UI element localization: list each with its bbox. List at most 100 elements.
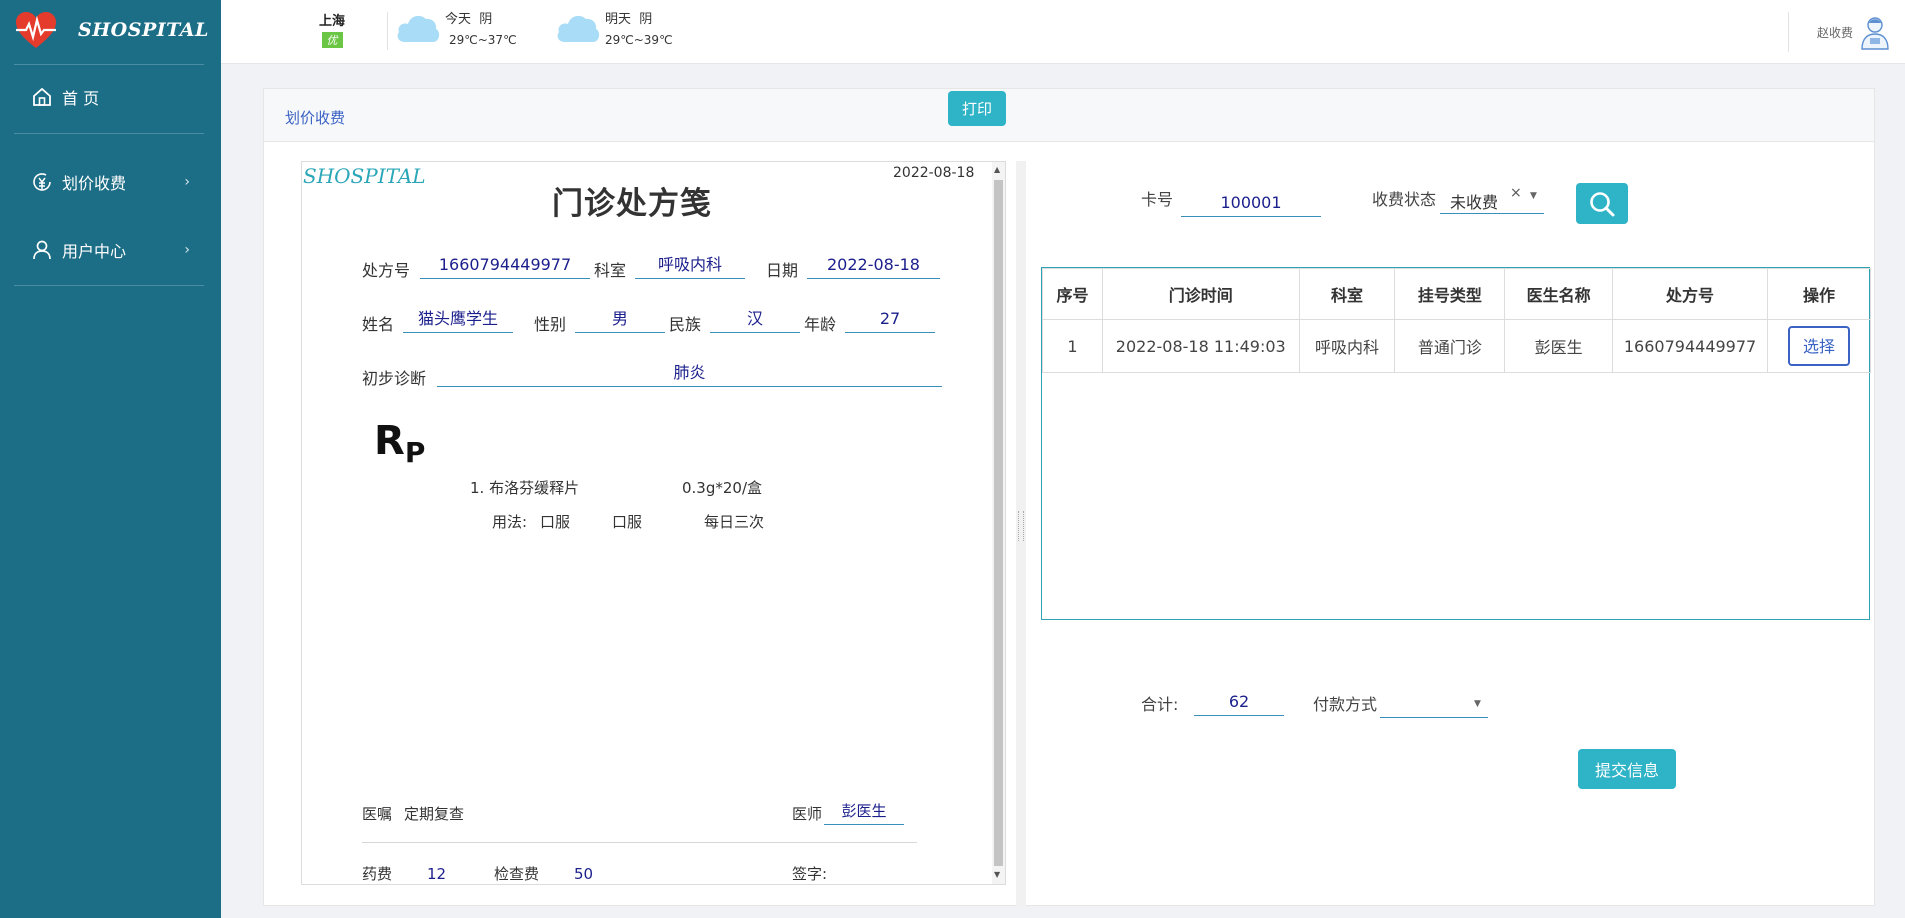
brand-name: SHOSPITAL	[78, 19, 209, 41]
username: 赵收费	[1816, 25, 1853, 40]
doctor-value: 彭医生	[824, 799, 904, 825]
status-label: 收费状态	[1372, 190, 1437, 209]
diagnosis-value: 肺炎	[437, 361, 942, 387]
age-label: 年龄	[804, 315, 837, 334]
column-header: 处方号	[1612, 268, 1769, 320]
sidebar-divider	[14, 64, 204, 65]
table-cell: 呼吸内科	[1298, 319, 1396, 373]
table-cell: 2022-08-18 11:49:03	[1101, 319, 1300, 373]
usage-route: 口服	[540, 513, 571, 531]
usage-frequency: 每日三次	[704, 513, 765, 531]
sidebar-item-label: 划价收费	[62, 174, 127, 193]
records-table: 序号 门诊时间 科室 挂号类型 医生名称 处方号 操作 1 2022-08-18…	[1042, 268, 1871, 373]
sidebar-item-home[interactable]: 首 页	[14, 77, 204, 117]
drug-fee-value: 12	[427, 865, 447, 883]
tomorrow-weather: 阴	[639, 12, 653, 27]
dropdown-arrow-icon[interactable]: ▼	[1530, 191, 1537, 201]
name-value: 猫头鹰学生	[403, 307, 513, 333]
exam-fee-label: 检查费	[494, 865, 540, 883]
today-label: 今天	[445, 12, 472, 27]
rx-no-label: 处方号	[362, 261, 411, 280]
dept-value: 呼吸内科	[635, 253, 745, 279]
user-icon	[30, 238, 54, 262]
today-weather: 阴	[479, 12, 493, 27]
weather-divider	[387, 12, 388, 50]
sidebar-divider	[14, 133, 204, 134]
prescription-title: 门诊处方笺	[552, 186, 712, 222]
diagnosis-label: 初步诊断	[362, 369, 427, 388]
sidebar-item-user-center[interactable]: 用户中心 ›	[14, 230, 204, 270]
column-header: 门诊时间	[1101, 268, 1300, 320]
prescription-sheet[interactable]: SHOSPITAL 2022-08-18 门诊处方笺 处方号 166079444…	[301, 161, 1006, 885]
exam-fee-value: 50	[574, 865, 594, 883]
column-header: 科室	[1298, 268, 1396, 320]
total-value: 62	[1194, 688, 1284, 716]
doctor-label: 医师	[792, 805, 823, 823]
chevron-right-icon: ›	[184, 242, 190, 258]
scrollbar-thumb[interactable]	[994, 180, 1003, 866]
scroll-down-icon[interactable]: ▼	[994, 870, 1000, 879]
weather-city: 上海 优	[319, 10, 345, 48]
splitter-grip-icon[interactable]	[1018, 511, 1024, 541]
cloud-icon	[397, 15, 440, 42]
payment-select[interactable]: ▼	[1380, 690, 1488, 718]
submit-button[interactable]: 提交信息	[1578, 749, 1676, 789]
top-bar: 上海 优 今天 阴 29℃~37℃ 明天 阴 29℃~39℃ 赵收费	[221, 0, 1905, 64]
sidebar: SHOSPITAL 首 页 划价收费 › 用户中心 ›	[0, 0, 221, 918]
sidebar-divider	[14, 285, 204, 286]
air-quality-badge: 优	[321, 32, 343, 48]
pane-splitter[interactable]	[1016, 161, 1026, 907]
scroll-up-icon[interactable]: ▲	[994, 165, 1000, 174]
panel-header: 划价收费 打印	[264, 89, 1874, 142]
sidebar-item-billing[interactable]: 划价收费 ›	[14, 162, 204, 202]
column-header: 医生名称	[1504, 268, 1614, 320]
card-input[interactable]: 100001	[1181, 189, 1321, 217]
payment-label: 付款方式	[1313, 695, 1378, 714]
billing-panel: 划价收费 打印 SHOSPITAL 2022-08-18 门诊处方笺 处方号 1…	[263, 88, 1875, 907]
gender-label: 性别	[534, 315, 567, 334]
rp-subscript: P	[404, 436, 426, 469]
dept-label: 科室	[594, 261, 627, 280]
prescription-top-date: 2022-08-18	[893, 165, 975, 181]
signature-label: 签字:	[792, 865, 828, 883]
ethnicity-value: 汉	[710, 307, 800, 333]
table-row[interactable]: 1 2022-08-18 11:49:03 呼吸内科 普通门诊 彭医生 1660…	[1042, 319, 1871, 373]
tomorrow-label: 明天	[605, 12, 632, 27]
search-button[interactable]	[1576, 183, 1628, 224]
select-button[interactable]: 选择	[1788, 326, 1851, 366]
date-value: 2022-08-18	[807, 253, 940, 279]
table-cell-action: 选择	[1767, 319, 1871, 373]
home-icon	[30, 85, 54, 109]
search-icon	[1590, 191, 1615, 216]
column-header: 操作	[1767, 268, 1871, 320]
cloud-icon	[557, 15, 600, 42]
table-cell: 1660794449977	[1612, 319, 1769, 373]
sidebar-item-label: 首 页	[62, 89, 100, 108]
user-divider	[1787, 12, 1789, 52]
yuan-coin-icon	[30, 170, 54, 194]
prescription-scrollbar[interactable]: ▲ ▼	[992, 162, 1005, 884]
age-value: 27	[845, 307, 935, 333]
advice-label: 医嘱	[362, 805, 393, 823]
dropdown-arrow-icon[interactable]: ▼	[1474, 699, 1481, 709]
date-label: 日期	[766, 261, 799, 280]
user-menu[interactable]: 赵收费	[1787, 12, 1891, 52]
prescription-divider	[362, 842, 917, 843]
print-button[interactable]: 打印	[948, 91, 1006, 126]
weather-tomorrow: 明天 阴 29℃~39℃	[555, 10, 673, 50]
logo: SHOSPITAL	[14, 8, 209, 52]
status-select[interactable]: 未收费 × ▼	[1440, 185, 1544, 214]
chevron-right-icon: ›	[184, 174, 190, 190]
sidebar-item-label: 用户中心	[62, 242, 127, 261]
table-cell: 1	[1042, 319, 1103, 373]
clear-icon[interactable]: ×	[1510, 185, 1522, 201]
panel-title: 划价收费	[285, 109, 346, 127]
prescription-logo: SHOSPITAL	[303, 164, 426, 188]
records-table-container: 序号 门诊时间 科室 挂号类型 医生名称 处方号 操作 1 2022-08-18…	[1041, 267, 1871, 620]
table-cell: 彭医生	[1504, 319, 1614, 373]
weather-today: 今天 阴 29℃~37℃	[395, 10, 517, 50]
drug-fee-label: 药费	[362, 865, 393, 883]
table-cell: 普通门诊	[1394, 319, 1506, 373]
rx-no-value: 1660794449977	[420, 253, 590, 279]
rp-letter: R	[374, 418, 405, 464]
